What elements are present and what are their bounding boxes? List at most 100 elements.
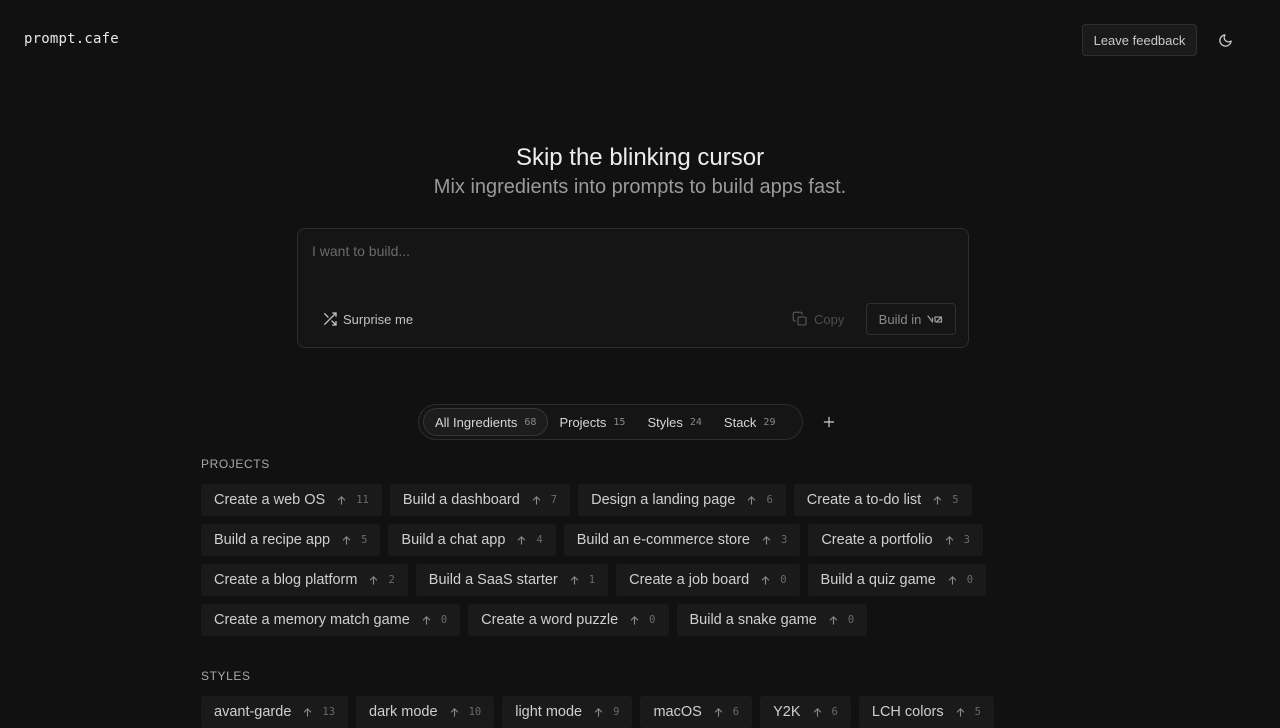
vote-count: 5 <box>952 494 959 506</box>
chip-label: Create a portfolio <box>821 532 933 548</box>
ingredient-chip[interactable]: macOS 6 <box>640 696 753 728</box>
arrow-up-icon <box>532 495 541 505</box>
ingredient-chip[interactable]: Build a dashboard 7 <box>389 484 571 516</box>
upvote[interactable]: 0 <box>760 574 787 586</box>
vote-count: 6 <box>831 706 838 718</box>
upvote[interactable]: 0 <box>947 574 973 586</box>
upvote[interactable]: 3 <box>944 534 970 546</box>
arrow-up-icon <box>422 615 431 625</box>
vote-count: 1 <box>588 574 596 586</box>
chip-label: Create a memory match game <box>214 612 410 628</box>
prompt-box: Surprise me Copy Build in <box>297 228 969 348</box>
tab-stack[interactable]: Stack 29 <box>713 408 787 436</box>
ingredient-chip[interactable]: Y2K 6 <box>760 696 851 728</box>
upvote[interactable]: 11 <box>336 494 369 506</box>
upvote[interactable]: 10 <box>449 706 481 718</box>
build-in-button[interactable]: Build in <box>866 303 956 335</box>
arrow-up-icon <box>945 535 953 545</box>
vote-count: 6 <box>732 706 740 718</box>
ingredient-chip[interactable]: LCH colors 5 <box>858 696 994 728</box>
chip-label: avant-garde <box>214 704 292 720</box>
ingredient-chip[interactable]: light mode 9 <box>502 696 633 728</box>
arrow-up-icon <box>370 575 378 585</box>
upvote[interactable]: 3 <box>761 534 787 546</box>
ingredient-chip[interactable]: Build a recipe app 5 <box>201 524 381 556</box>
arrow-up-icon <box>450 707 458 717</box>
ingredient-chip[interactable]: Create a to-do list 5 <box>793 484 972 516</box>
arrow-up-icon <box>630 615 639 625</box>
upvote[interactable]: 6 <box>812 706 838 718</box>
arrow-up-icon <box>304 707 312 717</box>
arrow-up-icon <box>337 495 346 505</box>
chip-label: Create a to-do list <box>806 492 922 508</box>
arrow-up-icon <box>813 707 821 717</box>
arrow-up-icon <box>762 535 771 545</box>
upvote[interactable]: 4 <box>516 534 543 546</box>
prompt-input[interactable] <box>310 241 950 281</box>
ingredient-chip[interactable]: Create a memory match game 0 <box>201 604 461 636</box>
vote-count: 0 <box>780 574 787 586</box>
ingredient-chip[interactable]: Create a job board 0 <box>616 564 800 596</box>
upvote[interactable]: 2 <box>368 574 395 586</box>
upvote[interactable]: 5 <box>955 706 981 718</box>
ingredient-chip[interactable]: Create a word puzzle 0 <box>468 604 669 636</box>
tab-count: 15 <box>613 416 626 428</box>
logo[interactable]: prompt.cafe <box>24 31 119 47</box>
arrow-up-icon <box>570 575 579 585</box>
ingredient-chip[interactable]: Build a SaaS starter 1 <box>415 564 609 596</box>
vote-count: 9 <box>613 706 620 718</box>
ingredient-chip[interactable]: Create a blog platform 2 <box>201 564 408 596</box>
v0-logo-icon <box>927 315 943 323</box>
upvote[interactable]: 0 <box>421 614 447 626</box>
ingredient-chip[interactable]: dark mode 10 <box>356 696 495 728</box>
chip-label: Build an e-commerce store <box>576 532 750 548</box>
projects-row-1: Create a web OS 11 Build a dashboard 7 Des… <box>201 484 972 516</box>
ingredient-chip[interactable]: Create a web OS 11 <box>201 484 382 516</box>
arrow-up-icon <box>748 495 756 505</box>
upvote[interactable]: 13 <box>302 706 335 718</box>
leave-feedback-button[interactable]: Leave feedback <box>1082 24 1197 56</box>
chip-label: Build a quiz game <box>820 572 936 588</box>
ingredient-chip[interactable]: Design a landing page 6 <box>578 484 786 516</box>
upvote[interactable]: 6 <box>713 706 739 718</box>
arrow-up-icon <box>594 707 603 717</box>
ingredient-chip[interactable]: avant-garde 13 <box>201 696 349 728</box>
chip-label: Y2K <box>773 704 801 720</box>
add-ingredient-button[interactable] <box>819 412 839 432</box>
ingredient-chip[interactable]: Build an e-commerce store 3 <box>563 524 801 556</box>
upvote[interactable]: 7 <box>531 494 557 506</box>
arrow-up-icon <box>956 707 964 717</box>
ingredient-chip[interactable]: Build a quiz game 0 <box>807 564 987 596</box>
chip-label: LCH colors <box>871 704 944 720</box>
ingredient-tabs: All Ingredients 68 Projects 15 Styles 24… <box>418 404 803 440</box>
vote-count: 0 <box>440 614 448 626</box>
upvote[interactable]: 6 <box>746 494 773 506</box>
chip-label: Build a snake game <box>689 612 817 628</box>
theme-toggle-button[interactable] <box>1213 28 1237 52</box>
tab-all-ingredients[interactable]: All Ingredients 68 <box>423 408 549 436</box>
upvote[interactable]: 0 <box>629 614 656 626</box>
ingredient-chip[interactable]: Build a snake game 0 <box>676 604 868 636</box>
vote-count: 11 <box>356 494 369 506</box>
upvote[interactable]: 9 <box>593 706 619 718</box>
upvote[interactable]: 1 <box>569 574 595 586</box>
arrow-up-icon <box>342 535 351 545</box>
chip-label: Design a landing page <box>591 492 736 508</box>
upvote[interactable]: 0 <box>828 614 854 626</box>
upvote[interactable]: 5 <box>341 534 367 546</box>
copy-button[interactable]: Copy <box>792 309 844 329</box>
vote-count: 4 <box>536 534 543 546</box>
tab-styles[interactable]: Styles 24 <box>636 408 712 436</box>
ingredient-chip[interactable]: Build a chat app 4 <box>388 524 556 556</box>
tab-projects[interactable]: Projects 15 <box>548 408 636 436</box>
ingredient-chip[interactable]: Create a portfolio 3 <box>808 524 983 556</box>
chip-label: dark mode <box>369 704 438 720</box>
vote-count: 0 <box>847 614 855 626</box>
surprise-me-button[interactable]: Surprise me <box>322 309 413 329</box>
styles-row-1: avant-garde 13 dark mode 10 light mode 9 ma… <box>201 696 994 728</box>
upvote[interactable]: 5 <box>932 494 959 506</box>
copy-icon <box>792 311 807 326</box>
projects-row-3: Create a blog platform 2 Build a SaaS sta… <box>201 564 987 596</box>
chip-label: light mode <box>515 704 583 720</box>
copy-label: Copy <box>814 311 845 327</box>
